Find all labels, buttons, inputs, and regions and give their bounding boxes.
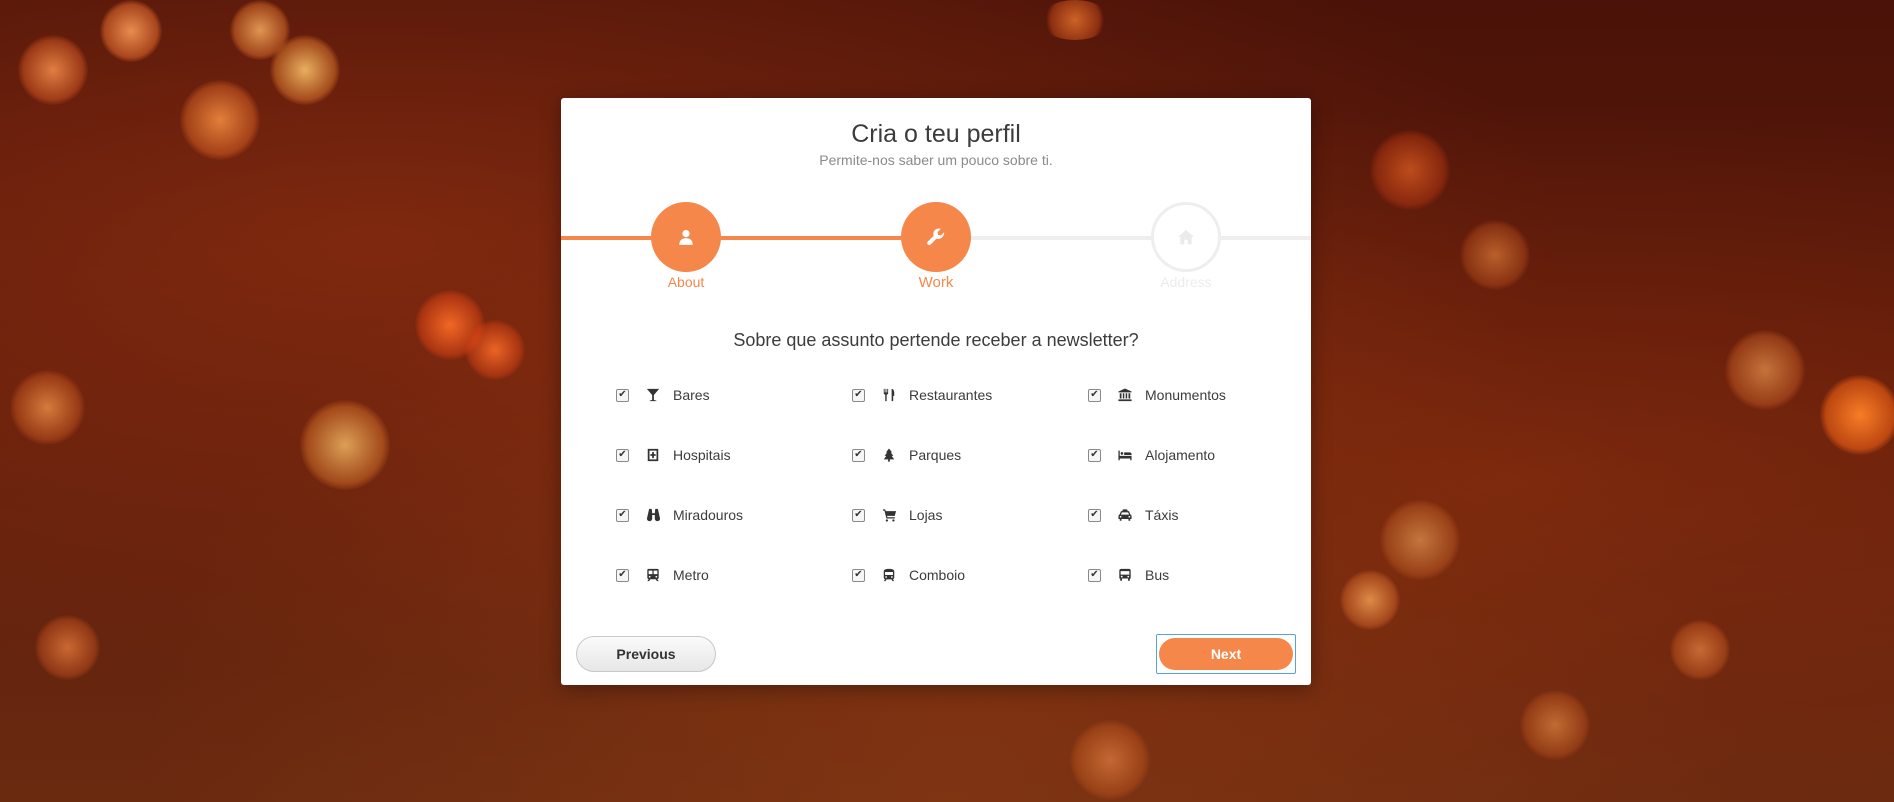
newsletter-question: Sobre que assunto pertende receber a new… — [733, 330, 1139, 350]
wizard-subtitle: Permite-nos saber um pouco sobre ti. — [819, 152, 1053, 168]
subway-icon — [645, 567, 661, 583]
previous-button[interactable]: Previous — [576, 636, 716, 672]
checkbox[interactable]: ✔ — [852, 508, 865, 522]
checkbox[interactable]: ✔ — [1088, 448, 1101, 462]
option-restaurantes[interactable]: ✔ Restaurantes — [852, 385, 992, 405]
checkbox[interactable]: ✔ — [852, 448, 865, 462]
step-work-circle[interactable] — [901, 202, 971, 272]
bokeh-light — [1370, 130, 1450, 210]
option-label: Alojamento — [1145, 447, 1216, 463]
bokeh-light — [1340, 570, 1400, 630]
option-label: Parques — [909, 447, 962, 463]
option-label: Táxis — [1145, 507, 1179, 523]
option-label: Restaurantes — [909, 387, 993, 403]
option-taxis[interactable]: ✔ Táxis — [1088, 505, 1178, 525]
wrench-icon — [927, 228, 945, 246]
option-label: Metro — [673, 567, 709, 583]
option-label: Lojas — [909, 507, 943, 523]
bokeh-light — [1520, 690, 1590, 760]
binoculars-icon — [645, 507, 661, 523]
option-comboio[interactable]: ✔ Comboio — [852, 565, 965, 585]
checkbox[interactable]: ✔ — [852, 388, 865, 402]
bokeh-light — [35, 615, 100, 680]
bed-icon — [1117, 447, 1133, 463]
bokeh-light — [230, 0, 290, 60]
wizard-title: Cria o teu perfil — [851, 120, 1021, 148]
option-label: Bares — [673, 387, 710, 403]
home-icon — [1178, 229, 1194, 245]
checkbox[interactable]: ✔ — [616, 568, 629, 582]
option-label: Bus — [1145, 567, 1170, 583]
step-about[interactable]: About — [626, 202, 746, 290]
option-bus[interactable]: ✔ Bus — [1088, 565, 1169, 585]
taxi-icon — [1117, 507, 1133, 523]
option-label: Comboio — [909, 567, 966, 583]
bokeh-light — [1380, 500, 1460, 580]
step-work[interactable]: Work — [876, 202, 996, 291]
bokeh-light — [18, 35, 88, 105]
option-label: Monumentos — [1145, 387, 1226, 403]
bokeh-light — [100, 0, 162, 62]
bokeh-light — [300, 400, 390, 490]
checkbox[interactable]: ✔ — [852, 568, 865, 582]
option-parques[interactable]: ✔ Parques — [852, 445, 961, 465]
option-hospitais[interactable]: ✔ Hospitais — [616, 445, 731, 465]
bokeh-light — [1670, 620, 1730, 680]
train-icon — [881, 567, 897, 583]
checkbox[interactable]: ✔ — [1088, 388, 1101, 402]
option-monumentos[interactable]: ✔ Monumentos — [1088, 385, 1226, 405]
checkbox[interactable]: ✔ — [616, 388, 629, 402]
cocktail-icon — [645, 387, 661, 403]
bokeh-light — [1725, 330, 1805, 410]
checkbox[interactable]: ✔ — [1088, 508, 1101, 522]
cutlery-icon — [881, 387, 897, 403]
profile-wizard-card: Cria o teu perfil Permite-nos saber um p… — [561, 98, 1311, 685]
step-about-label: About — [667, 274, 705, 290]
cart-icon — [881, 507, 897, 523]
step-address-circle[interactable] — [1151, 202, 1221, 272]
bokeh-light — [1040, 0, 1110, 40]
hospital-icon — [645, 447, 661, 463]
bokeh-light — [465, 320, 525, 380]
landmark-icon — [1117, 387, 1133, 403]
bus-icon — [1117, 567, 1133, 583]
tree-icon — [881, 447, 897, 463]
checkbox[interactable]: ✔ — [616, 508, 629, 522]
bokeh-light — [1460, 220, 1530, 290]
user-icon — [679, 230, 693, 245]
bokeh-light — [10, 370, 85, 445]
bokeh-light — [180, 80, 260, 160]
step-about-circle[interactable] — [651, 202, 721, 272]
step-address[interactable]: Address — [1126, 202, 1246, 290]
step-address-label: Address — [1160, 274, 1212, 290]
bokeh-light — [1820, 375, 1894, 455]
checkbox[interactable]: ✔ — [616, 448, 629, 462]
option-label: Hospitais — [673, 447, 731, 463]
checkbox[interactable]: ✔ — [1088, 568, 1101, 582]
option-label: Miradouros — [673, 507, 744, 523]
option-bares[interactable]: ✔ Bares — [616, 385, 710, 405]
bokeh-light — [1070, 720, 1150, 800]
option-miradouros[interactable]: ✔ Miradouros — [616, 505, 743, 525]
option-metro[interactable]: ✔ Metro — [616, 565, 709, 585]
next-button[interactable]: Next — [1159, 638, 1293, 670]
option-alojamento[interactable]: ✔ Alojamento — [1088, 445, 1215, 465]
option-lojas[interactable]: ✔ Lojas — [852, 505, 942, 525]
step-work-label: Work — [918, 274, 954, 291]
